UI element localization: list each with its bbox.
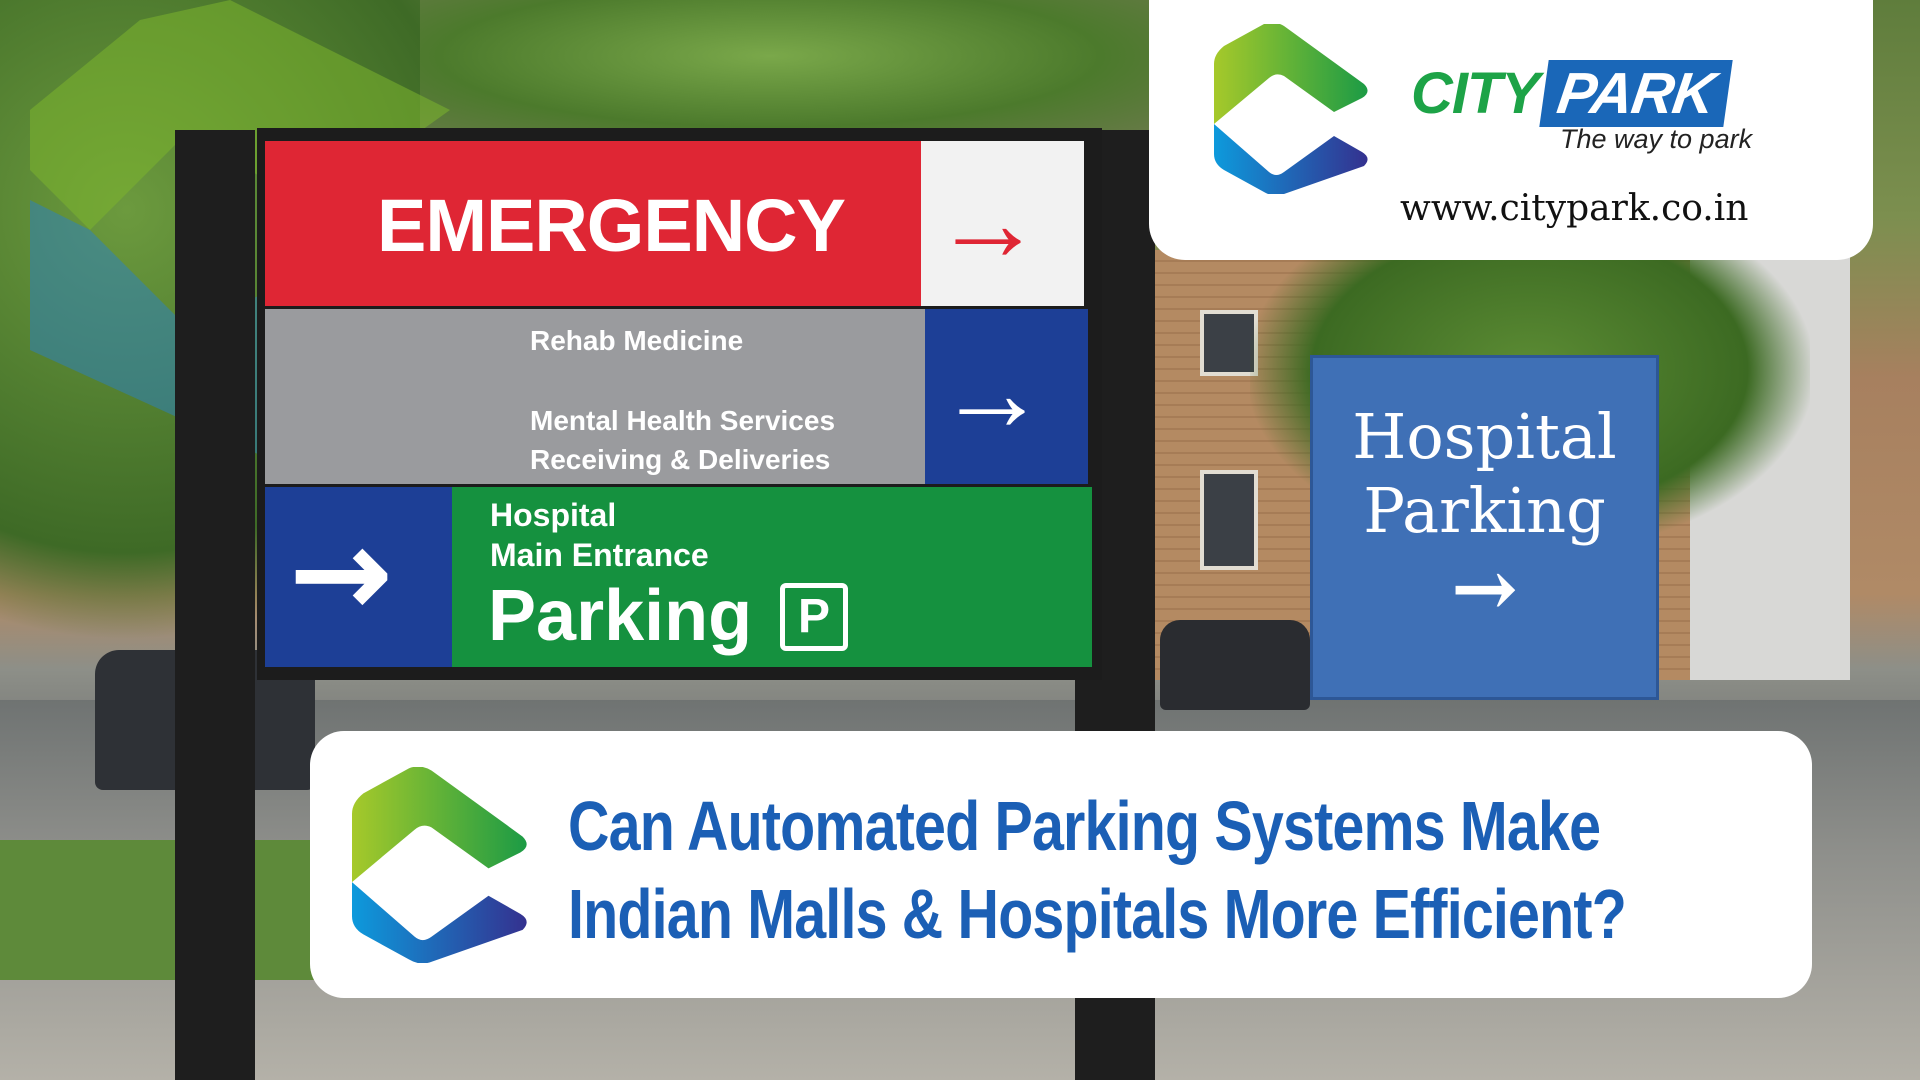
parking-symbol-icon: P xyxy=(780,583,848,651)
emergency-label: EMERGENCY xyxy=(377,184,846,267)
arrow-right-icon: → xyxy=(933,161,1043,284)
main-entrance-label: Main Entrance xyxy=(490,537,709,573)
brand-city: CITY xyxy=(1411,61,1540,126)
title-line-2: Indian Malls & Hospitals More Efficient? xyxy=(568,875,1627,953)
services-band: Rehab Medicine Mental Health Services Re… xyxy=(265,309,925,484)
title-line-1: Can Automated Parking Systems Make xyxy=(568,787,1601,865)
trees xyxy=(380,0,1160,140)
arrow-right-icon: → xyxy=(937,331,1047,454)
citypark-logo-icon xyxy=(352,767,527,963)
brand-wordmark: CITY PARK xyxy=(1411,60,1733,127)
arrow-right-icon: → xyxy=(1450,541,1519,635)
parked-car xyxy=(1160,620,1310,710)
parking-band: Hospital Main Entrance Parking P xyxy=(452,487,1092,667)
parking-arrow-panel: ↖ xyxy=(261,487,452,667)
brand-tagline: The way to park xyxy=(1560,124,1753,154)
hospital-label: Hospital xyxy=(490,497,617,533)
emergency-band: EMERGENCY xyxy=(265,141,921,306)
brand-park: PARK xyxy=(1538,60,1733,127)
citypark-logo-icon xyxy=(1214,24,1368,194)
services-arrow-panel: → xyxy=(925,309,1088,484)
sign-line-1: Hospital xyxy=(1352,400,1617,473)
parking-label: Parking xyxy=(488,576,753,656)
website-link[interactable]: www.citypark.co.in xyxy=(1400,188,1748,229)
receiving-label: Receiving & Deliveries xyxy=(530,444,831,475)
mental-health-label: Mental Health Services xyxy=(530,405,836,436)
article-title: Can Automated Parking Systems Make India… xyxy=(568,782,1627,958)
emergency-arrow-panel: → xyxy=(921,141,1084,306)
sign-line-2: Parking xyxy=(1363,474,1606,547)
arrow-up-left-icon: ↖ xyxy=(260,491,427,658)
brand-logo-card: CITY PARK The way to park www.citypark.c… xyxy=(1149,0,1873,260)
hospital-parking-sign: Hospital Parking → xyxy=(1310,355,1659,700)
rehab-label: Rehab Medicine xyxy=(530,325,744,356)
sign-post xyxy=(175,130,255,1080)
hospital-direction-sign: EMERGENCY → Rehab Medicine Mental Health… xyxy=(257,128,1102,680)
grass xyxy=(0,840,320,980)
